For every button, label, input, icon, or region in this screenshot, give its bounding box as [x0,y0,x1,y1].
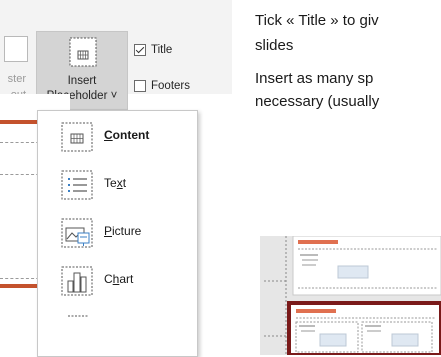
instruction-line-4: necessary (usually [255,93,380,110]
dropdown-item-picture[interactable]: Picture [38,207,197,257]
dropdown-item-chart-label: Chart [104,272,134,286]
instruction-line-1: Tick « Title » to giv [255,12,379,29]
title-checkbox-row[interactable]: Title [134,44,172,56]
footers-checkbox-row[interactable]: Footers [134,80,190,92]
instruction-line-3: Insert as many sp [255,70,374,87]
insert-placeholder-dropdown: Content Text Picture Chart [37,110,198,357]
dropdown-item-text[interactable]: Text [38,159,197,209]
slide-layout-thumbnails [260,236,441,355]
dropdown-item-chart[interactable]: Chart [38,255,197,305]
instruction-line-2: slides [255,37,294,54]
master-layout-button[interactable]: ster out [0,28,30,101]
placeholder-icon [68,315,88,317]
text-placeholder-icon [61,170,93,200]
master-layout-label-line1: ster [7,73,26,85]
title-checkbox[interactable] [134,44,146,56]
dropdown-item-text-label: Text [104,176,127,190]
slide-layout-illustration [260,236,441,355]
footers-checkbox-label: Footers [151,80,190,92]
dropdown-item-content-label: Content [104,128,150,142]
picture-placeholder-icon [61,218,93,248]
insert-placeholder-label-line1: Insert [67,75,97,87]
master-layout-icon [4,36,28,62]
dropdown-item-partial[interactable] [38,303,197,356]
insert-placeholder-icon [69,37,97,67]
chart-placeholder-icon [61,266,93,296]
footers-checkbox[interactable] [134,80,146,92]
dropdown-item-content[interactable]: Content [38,111,197,161]
content-placeholder-icon [61,122,93,152]
dropdown-item-picture-label: Picture [104,224,142,238]
title-checkbox-label: Title [151,44,173,56]
